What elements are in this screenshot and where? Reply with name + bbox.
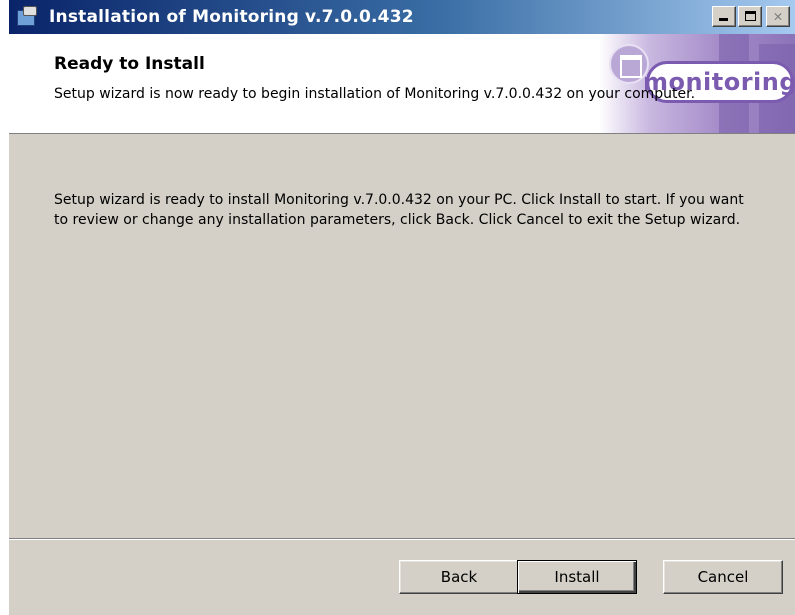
installer-icon — [15, 4, 41, 30]
back-button[interactable]: Back — [399, 560, 519, 594]
title-bar[interactable]: Installation of Monitoring v.7.0.0.432 ✕ — [9, 0, 795, 34]
window-title: Installation of Monitoring v.7.0.0.432 — [49, 7, 414, 27]
footer-separator — [9, 538, 795, 540]
page-title: Ready to Install — [54, 54, 205, 74]
minimize-icon — [719, 18, 728, 21]
cancel-button[interactable]: Cancel — [663, 560, 783, 594]
maximize-button[interactable] — [738, 6, 762, 27]
install-button[interactable]: Install — [517, 560, 637, 594]
close-icon: ✕ — [773, 7, 783, 25]
maximize-icon — [745, 11, 756, 21]
minimize-button[interactable] — [712, 6, 736, 27]
install-message: Setup wizard is ready to install Monitor… — [54, 192, 744, 228]
page-description: Setup wizard is now ready to begin insta… — [54, 86, 696, 102]
close-button[interactable]: ✕ — [766, 6, 790, 27]
window-controls: ✕ — [712, 6, 790, 27]
header-banner: monitoring Ready to Install Setup wizard… — [9, 34, 795, 134]
installer-window: Installation of Monitoring v.7.0.0.432 ✕… — [8, 0, 795, 615]
